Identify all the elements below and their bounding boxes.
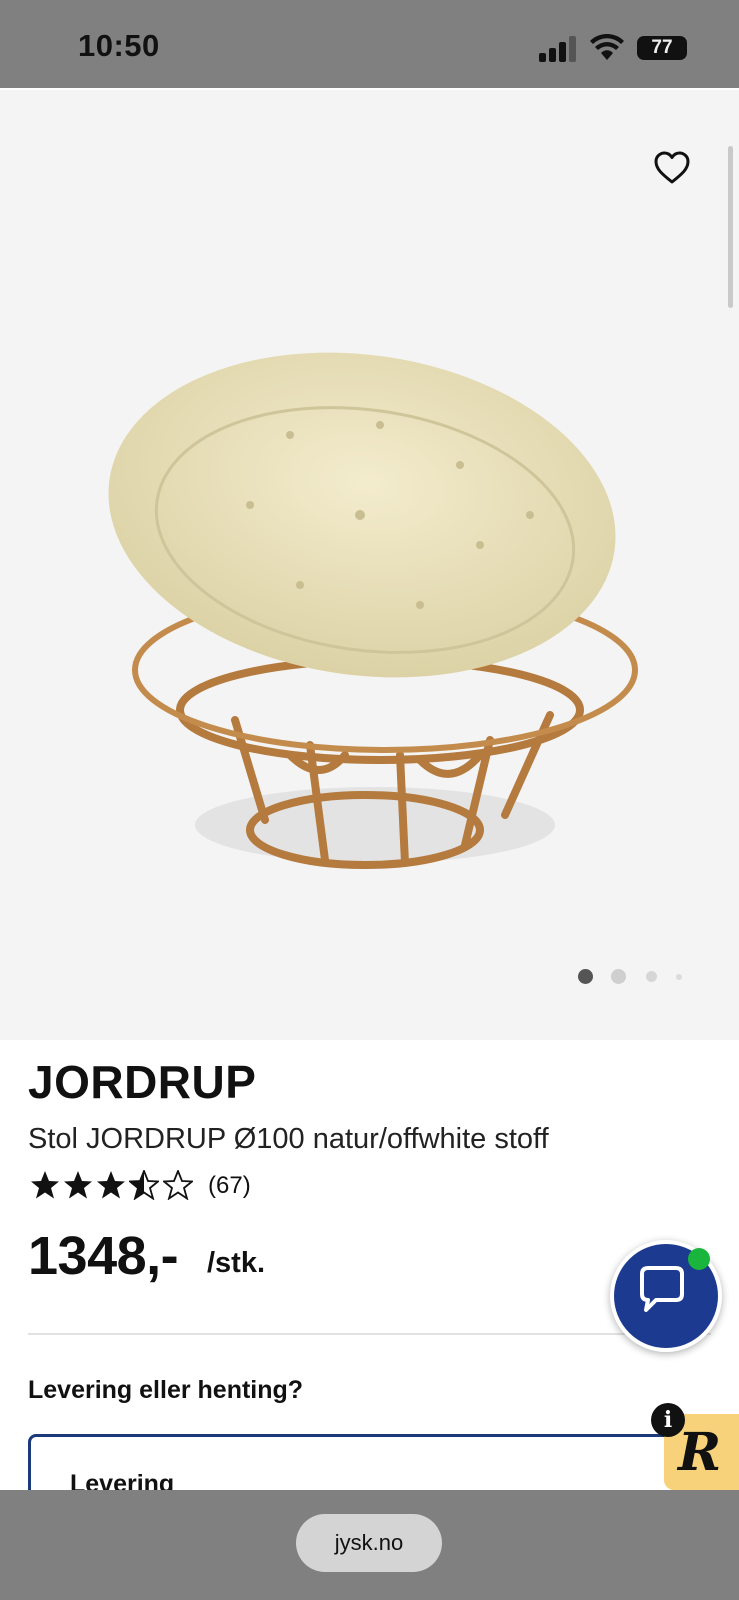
pagination-dot[interactable] [611,969,626,984]
pagination-dot[interactable] [578,969,593,984]
status-time: 10:50 [78,28,160,63]
wifi-icon [590,34,624,60]
pagination-dot[interactable] [676,974,682,980]
product-image-gallery[interactable] [0,90,739,1040]
browser-toolbar: jysk.no [0,1490,739,1600]
product-image [108,352,638,869]
gallery-pagination [578,966,688,986]
status-bar: 10:50 77 [0,0,739,88]
delivery-question: Levering eller henting? [28,1376,304,1404]
divider [28,1333,711,1335]
star-filled-icon [31,1171,59,1199]
star-empty-icon [163,1170,193,1200]
online-status-dot [688,1248,710,1270]
heart-outline-icon[interactable] [652,148,692,188]
address-bar[interactable]: jysk.no [296,1514,442,1572]
svg-text:R: R [676,1422,721,1483]
battery-icon: 77 [637,36,687,60]
chat-button[interactable] [610,1240,722,1352]
star-filled-icon [97,1171,125,1199]
info-icon[interactable]: i [651,1403,685,1437]
product-title: JORDRUP [28,1056,257,1108]
cellular-signal-icon [539,36,579,62]
star-filled-icon [64,1171,92,1199]
product-subtitle: Stol JORDRUP Ø100 natur/offwhite stoff [28,1123,549,1155]
pagination-dot[interactable] [646,971,657,982]
star-half-icon [129,1170,159,1200]
scroll-indicator [728,146,733,308]
price-unit: /stk. [207,1247,266,1279]
product-price: 1348,- [28,1226,179,1286]
rating-count: (67) [208,1172,251,1199]
